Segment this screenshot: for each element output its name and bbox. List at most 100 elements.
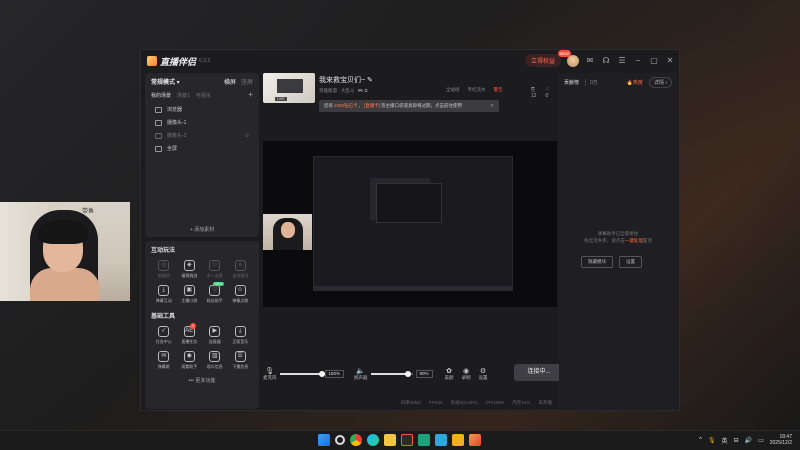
live-thumbnail[interactable]: LIVE xyxy=(263,73,315,103)
tool-tile[interactable]: ▶ 连接器 xyxy=(202,326,228,345)
tool-tile[interactable]: ◉ 观看助手 xyxy=(177,351,203,370)
tab-scene1[interactable]: 场景1 xyxy=(177,92,190,99)
upgrade-button[interactable]: 立得权益 NEW xyxy=(524,50,571,67)
source-item[interactable]: 浏览器 xyxy=(145,103,259,116)
beauty-icon: ✿ xyxy=(446,368,452,375)
panel-settings-button[interactable]: 设置 xyxy=(619,256,642,268)
status-item: 码率0kb/s xyxy=(401,400,421,405)
expire-notice[interactable]: 您有 1000钻石卡、 [直播卡] 等主播口袋道具即将过期，点击前往使用 ✕ xyxy=(319,100,499,112)
tool-label: 观看助手 xyxy=(181,364,198,369)
hidden-eye-icon[interactable]: ⊘ xyxy=(245,133,249,139)
tray-mic-icon[interactable]: 🎙 xyxy=(708,437,716,444)
orient-portrait[interactable]: 竖屏 xyxy=(241,77,253,86)
tools-title: 基础工具 xyxy=(151,314,176,320)
speaker-slider[interactable] xyxy=(370,371,413,377)
tool-tile[interactable]: ♡ 粉丝助手 NEW xyxy=(202,282,228,304)
mic-volume[interactable]: 150% xyxy=(324,370,345,378)
app-triangle-icon[interactable] xyxy=(418,434,430,446)
battery-icon[interactable]: ▭ xyxy=(758,437,764,444)
tool-tile[interactable]: ▥ 观众信息 xyxy=(202,351,228,370)
speaker-button[interactable]: 🔈 扬声器 xyxy=(354,367,368,381)
live-category[interactable]: 英雄联盟 · 大乱斗 🎮 ⧉ xyxy=(319,88,368,94)
app-yellow-icon[interactable] xyxy=(452,434,464,446)
close-notice-icon[interactable]: ✕ xyxy=(490,103,494,109)
tool-icon: ☰ xyxy=(234,351,246,362)
status-item: CPU29% xyxy=(485,400,505,405)
tool-label: 连接器 xyxy=(208,339,221,344)
source-item[interactable]: 摄像头-1 xyxy=(145,116,259,129)
menu-icon[interactable]: ☰ xyxy=(617,56,627,66)
tool-tile[interactable]: ▣ 主播口袋 xyxy=(177,285,203,304)
status-item: FPS60 xyxy=(428,400,443,405)
start-live-button[interactable]: 连接中... xyxy=(514,364,564,381)
tool-tile[interactable]: ⤓ 正版音乐 xyxy=(228,326,254,345)
rank-stat[interactable]: 全站榜 xyxy=(446,87,460,93)
tool-tile[interactable]: ☺ 弹幕点歌 xyxy=(228,285,254,304)
settings-button[interactable]: ⚙ 设置 xyxy=(479,367,488,381)
tab-my-scene[interactable]: 我的场景 xyxy=(151,92,171,99)
app-g-icon[interactable] xyxy=(401,434,413,446)
start-icon[interactable] xyxy=(318,434,330,446)
one-click-link[interactable]: 一键处理 xyxy=(625,238,643,243)
app-blue-icon[interactable] xyxy=(435,434,447,446)
tool-tile[interactable]: ◎ 抢福袋 xyxy=(151,260,177,279)
stream-preview[interactable] xyxy=(263,141,557,307)
tool-tile[interactable]: ⚇ 多人连麦 xyxy=(202,260,228,279)
status-item: 丢帧0(0.00%) xyxy=(450,400,478,405)
live-title[interactable]: 我来救宝贝们~ ✎ xyxy=(319,75,373,85)
windows-taskbar: ^ 🎙 英 ⊟ 🔊 ▭ 18:47 2025/12/2 xyxy=(0,430,800,450)
tool-label: 任务中心 xyxy=(155,339,172,344)
hide-module-button[interactable]: 隐藏模块 xyxy=(581,256,613,268)
add-scene-button[interactable]: + xyxy=(248,91,253,99)
volume-icon[interactable]: 🔊 xyxy=(745,437,752,444)
file-explorer-icon[interactable] xyxy=(384,434,396,446)
tool-tile[interactable]: ✉ 弹幕姬 xyxy=(151,351,177,370)
tool-tile[interactable]: ◈ 福袋挑战 xyxy=(177,260,203,279)
mic-button[interactable]: 🎙 麦克风 xyxy=(263,367,277,381)
tool-label: 抢福袋 xyxy=(157,273,170,278)
mic-slider[interactable] xyxy=(279,371,325,377)
beauty-button[interactable]: ✿ 美颜 xyxy=(445,367,454,381)
maximize-icon[interactable]: ▢ xyxy=(649,56,659,66)
speaker-volume[interactable]: 90% xyxy=(415,370,433,378)
edge-icon[interactable] xyxy=(367,434,379,446)
source-item[interactable]: 摄像头-2 ⊘ xyxy=(145,129,259,142)
detail-button[interactable]: 详情 › xyxy=(648,77,672,88)
tool-tile[interactable]: ☰ 下播信息 xyxy=(228,351,254,370)
app-name: 直播伴侣 xyxy=(160,56,197,67)
tool-tile[interactable]: ⤓ 弹幕互动 xyxy=(151,285,177,304)
tool-tile[interactable]: AE 直播任务 1 xyxy=(177,323,203,345)
tool-label: 下播信息 xyxy=(232,364,249,369)
warning-label[interactable]: 警告 xyxy=(494,87,503,93)
chrome-icon[interactable] xyxy=(350,434,362,446)
mic-icon: 🎙 xyxy=(265,368,275,375)
add-source-button[interactable]: + 添加素材 xyxy=(145,226,259,233)
contribution-panel: 贡献榜 0万 🔥热度 详情 › 弹幕助手已全部接住 粉丝流失率，请点击一键处理置… xyxy=(559,73,677,409)
interactive-panel: 互动玩法 ◎ 抢福袋 ◈ 福袋挑战 ⚇ 多人连麦 ⚔ 连线挑战 ⤓ 弹幕互动 ▣ 主播口袋 ♡ 粉丝助手 N… xyxy=(145,241,259,409)
headset-icon[interactable]: ☊ xyxy=(601,56,611,66)
hot-label: 🔥热度 xyxy=(626,80,643,86)
speaker-icon: 🔈 xyxy=(356,368,366,375)
record-button[interactable]: ◉ 录制 xyxy=(462,367,471,381)
network-icon[interactable]: ⊟ xyxy=(734,437,739,444)
clock[interactable]: 18:47 2025/12/2 xyxy=(770,434,792,446)
minimize-icon[interactable]: − xyxy=(633,56,643,66)
live-companion-icon[interactable] xyxy=(469,434,481,446)
revenue-stat[interactable]: 专栏流水 xyxy=(468,87,486,93)
source-item[interactable]: 全屏 xyxy=(145,142,259,155)
tray-chevron-icon[interactable]: ^ xyxy=(699,437,702,443)
search-icon[interactable] xyxy=(335,435,345,445)
mode-selector[interactable]: 常规模式 ▾ xyxy=(151,77,180,86)
contribution-title[interactable]: 贡献榜 xyxy=(564,79,579,86)
close-icon[interactable]: ✕ xyxy=(665,56,675,66)
message-icon[interactable]: ✉ xyxy=(585,56,595,66)
orient-landscape[interactable]: 横屏 xyxy=(224,77,236,86)
tab-visual[interactable]: 可视化 xyxy=(196,92,211,99)
source-label: 浏览器 xyxy=(167,107,183,113)
tool-tile[interactable]: ✓ 任务中心 xyxy=(151,326,177,345)
tool-tile[interactable]: ⚔ 连线挑战 xyxy=(228,260,254,279)
input-language[interactable]: 英 xyxy=(722,436,728,445)
status-bar: 码率0kb/s FPS60 丢帧0(0.00%) CPU29% 内存44% 未开播 xyxy=(401,400,552,406)
live-info: LIVE 我来救宝贝们~ ✎ 英雄联盟 · 大乱斗 🎮 ⧉ 全站榜 专栏流水 警… xyxy=(263,73,553,117)
more-functions-button[interactable]: ••• 更多功能 xyxy=(151,377,253,384)
